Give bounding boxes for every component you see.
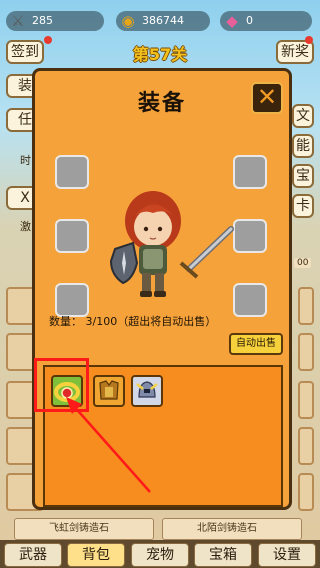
swords-value: 285 [32, 14, 53, 27]
tab-settings[interactable]: 设置 [258, 543, 316, 567]
right-side-button-2[interactable]: 文 [292, 104, 314, 128]
coin-stack-icon: ◉ [121, 12, 135, 30]
gems-value: 0 [246, 14, 253, 27]
close-button[interactable]: ✕ [251, 82, 283, 114]
crossed-swords-icon: ⚔ [11, 12, 25, 30]
close-icon: ✕ [256, 83, 278, 111]
top-resource-bar: ⚔ 285 ◉ 386744 ◆ 0 [0, 0, 320, 36]
right-side-button-3[interactable]: 能 [292, 134, 314, 158]
equip-slot-left-2[interactable] [55, 219, 89, 253]
tab-backpack[interactable]: 背包 [67, 543, 125, 567]
pink-gem-icon: ◆ [226, 12, 238, 30]
equip-slot-right-1[interactable] [233, 155, 267, 189]
new-reward-notification-dot [305, 36, 313, 44]
activate-side-label: 激 [20, 220, 31, 233]
sign-in-button[interactable]: 签到 [6, 40, 44, 64]
hero-character-icon [109, 191, 234, 297]
bg-slot [298, 381, 314, 419]
right-side-button-4[interactable]: 宝 [292, 164, 314, 188]
list-item[interactable]: 飞虹剑铸造石 [14, 518, 154, 540]
bg-slot [298, 287, 314, 325]
bg-slot [298, 333, 314, 371]
gems-counter: ◆ 0 [220, 11, 312, 31]
bg-slot [298, 473, 314, 511]
equip-slot-right-3[interactable] [233, 283, 267, 317]
equip-slot-left-1[interactable] [55, 155, 89, 189]
time-side-label: 时 [20, 154, 31, 167]
side-value: 00 [294, 258, 312, 268]
inventory-count: 数量： 3/100（超出将自动出售） [49, 313, 216, 329]
equip-slot-right-2[interactable] [233, 219, 267, 253]
list-item-label: 飞虹剑铸造石 [49, 523, 109, 534]
count-label: 数量： [49, 315, 82, 328]
auto-sell-button[interactable]: 自动出售 [229, 333, 283, 355]
swords-counter: ⚔ 285 [6, 11, 104, 31]
bg-slot [298, 427, 314, 465]
list-item-label: 北陌剑铸造石 [197, 523, 257, 534]
coins-value: 386744 [142, 14, 184, 27]
tab-chests[interactable]: 宝箱 [194, 543, 252, 567]
equip-slot-left-3[interactable] [55, 283, 89, 317]
right-side-button-5[interactable]: 卡 [292, 194, 314, 218]
list-item[interactable]: 北陌剑铸造石 [162, 518, 302, 540]
count-value: 3/100（超出将自动出售） [85, 315, 217, 328]
coins-counter: ◉ 386744 [116, 11, 210, 31]
tutorial-arrow-icon [66, 397, 151, 493]
level-title: 第57关 [132, 45, 188, 64]
sign-in-notification-dot [44, 36, 52, 44]
tab-weapons[interactable]: 武器 [4, 543, 62, 567]
tab-pets[interactable]: 宠物 [131, 543, 189, 567]
